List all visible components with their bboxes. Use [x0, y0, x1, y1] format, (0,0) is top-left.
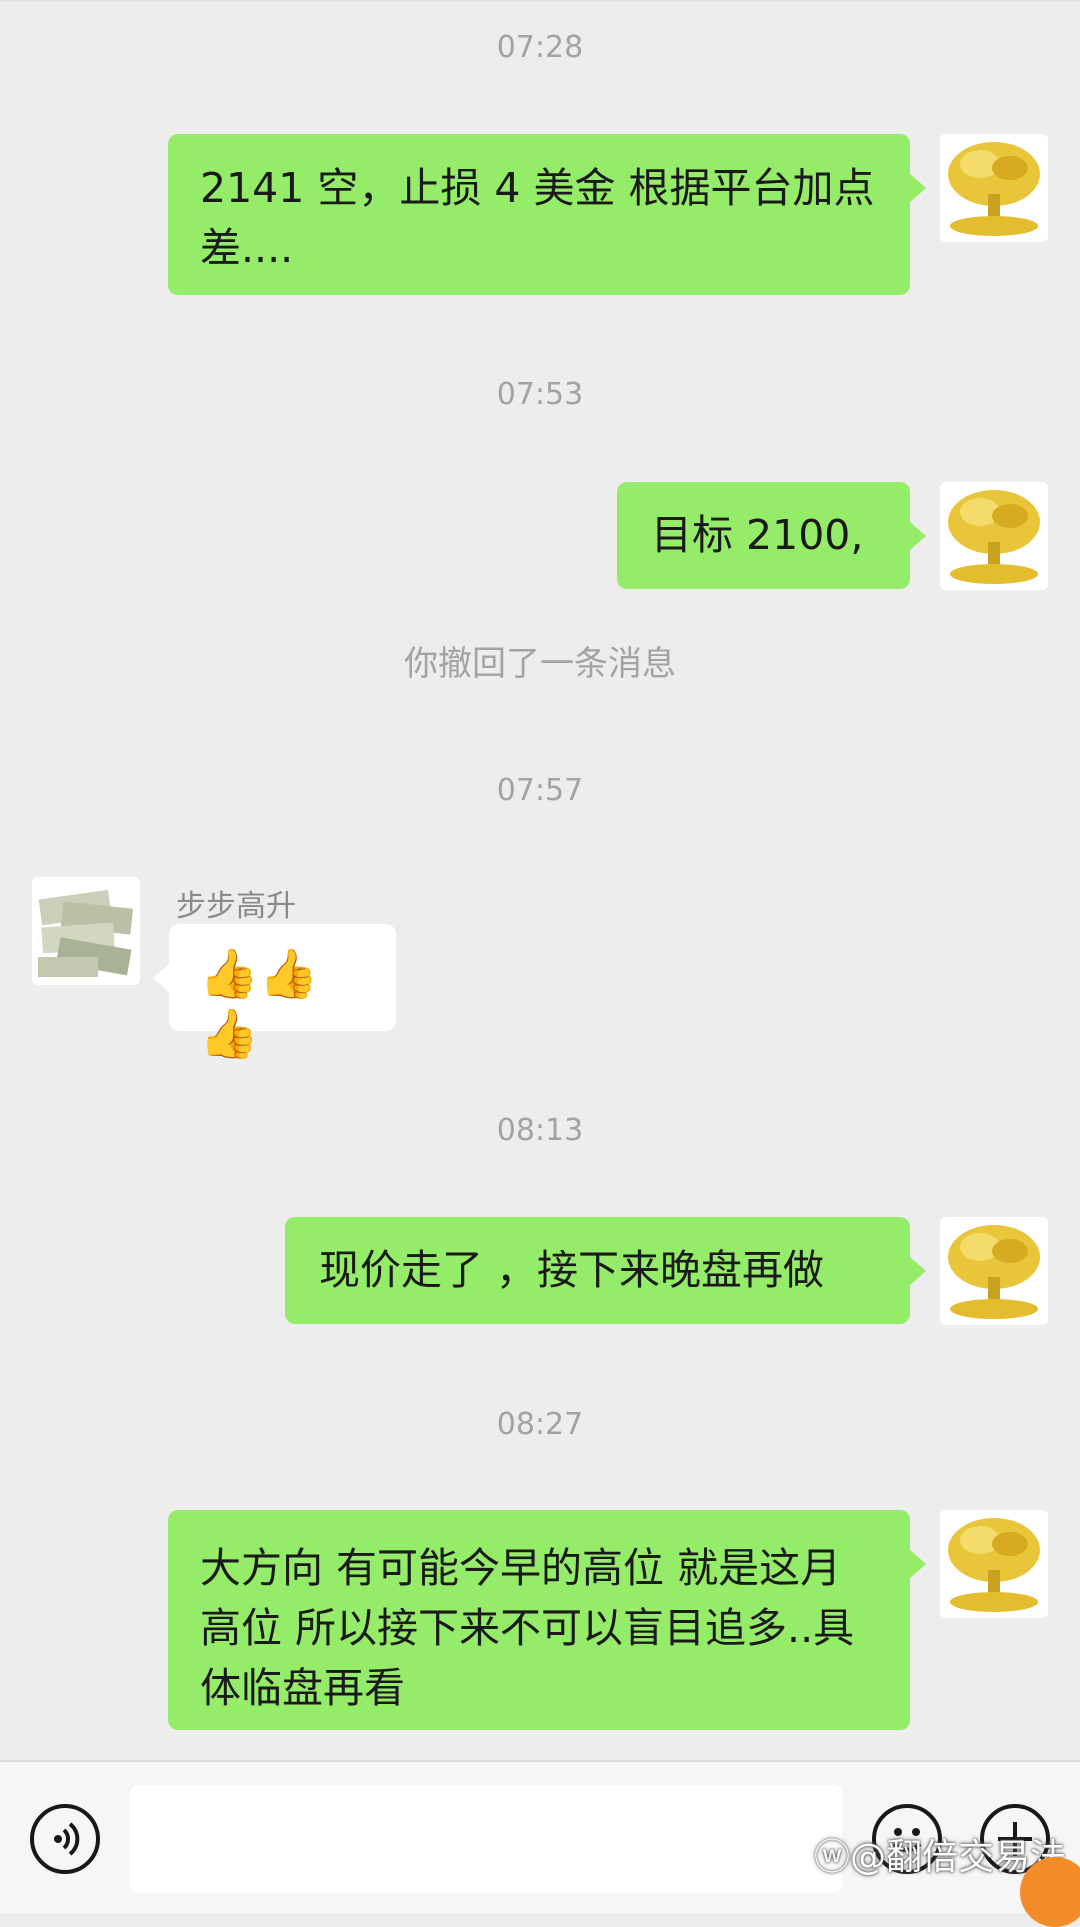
voice-icon [54, 1822, 80, 1856]
timestamp: 08:27 [496, 1407, 584, 1442]
message-text: 现价走了 ，接下来晚盘再做 [319, 1246, 825, 1294]
my-avatar[interactable] [940, 134, 1048, 242]
contact-avatar[interactable] [32, 877, 140, 985]
outgoing-message[interactable]: 目标 2100, [617, 482, 926, 589]
weibo-mark-icon: ⓦ [813, 1837, 850, 1878]
message-text: 目标 2100, [651, 511, 864, 559]
message-input[interactable] [130, 1785, 842, 1893]
thumbs-up-emoji: 👍👍👍 [199, 946, 319, 1062]
message-text: 2141 空，止损 4 美金 根据平台加点差.... [200, 164, 875, 272]
sender-name: 步步高升 [176, 889, 296, 924]
my-avatar[interactable] [940, 1510, 1048, 1618]
message-text: 大方向 有可能今早的高位 就是这月高位 所以接下来不可以盲目追多..具体临盘再看 [200, 1544, 855, 1712]
my-avatar[interactable] [940, 482, 1048, 590]
money-tree-icon [940, 482, 1048, 590]
chat-area[interactable]: 07:28 2141 空，止损 4 美金 根据平台加点差.... 07:53 目… [0, 0, 1080, 1760]
voice-button[interactable] [30, 1804, 100, 1874]
timestamp: 07:57 [496, 773, 584, 808]
timestamp: 07:28 [496, 30, 584, 65]
money-tree-icon [940, 1217, 1048, 1325]
timestamp: 08:13 [496, 1113, 584, 1148]
timestamp: 07:53 [496, 377, 584, 412]
my-avatar[interactable] [940, 1217, 1048, 1325]
outgoing-message[interactable]: 2141 空，止损 4 美金 根据平台加点差.... [168, 134, 926, 295]
incoming-message[interactable]: 👍👍👍 [153, 924, 396, 1062]
outgoing-message[interactable]: 大方向 有可能今早的高位 就是这月高位 所以接下来不可以盲目追多..具体临盘再看 [168, 1510, 926, 1730]
money-stack-icon [32, 877, 140, 985]
outgoing-message[interactable]: 现价走了 ，接下来晚盘再做 [285, 1217, 926, 1324]
money-tree-icon [940, 134, 1048, 242]
input-bar: ⓦ@翻倍交易法 [0, 1760, 1080, 1927]
money-tree-icon [940, 1510, 1048, 1618]
weibo-logo-icon [1020, 1857, 1080, 1927]
recall-notice: 你撤回了一条消息 [404, 644, 676, 684]
